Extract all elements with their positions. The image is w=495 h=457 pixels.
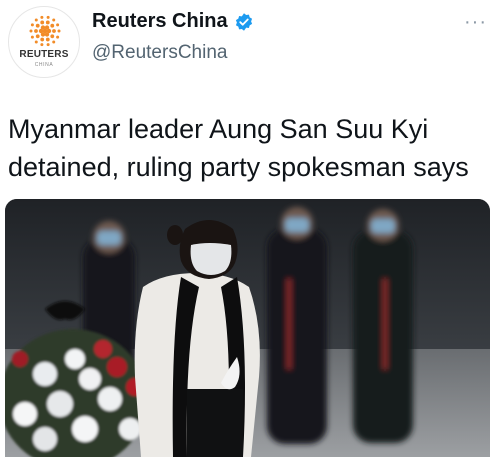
- logo-dot: [35, 34, 40, 39]
- logo-dot: [56, 35, 60, 39]
- logo-dot: [52, 40, 56, 44]
- logo-dot: [45, 37, 50, 42]
- tweet-photo[interactable]: [5, 199, 490, 457]
- verified-badge-icon: [235, 12, 252, 31]
- more-options-icon[interactable]: ···: [464, 12, 487, 32]
- avatar-subtitle: CHINA: [34, 62, 54, 68]
- logo-dot: [56, 23, 60, 27]
- author-name-row[interactable]: Reuters China: [92, 10, 254, 33]
- display-name[interactable]: Reuters China: [92, 10, 228, 33]
- logo-dot: [40, 20, 45, 25]
- logo-dot: [34, 18, 38, 22]
- logo-dot: [34, 29, 38, 33]
- logo-dot: [46, 43, 50, 47]
- avatar[interactable]: REUTERS CHINA: [8, 6, 80, 78]
- logo-dot: [42, 28, 48, 34]
- logo-dot: [52, 29, 56, 33]
- logo-dot: [35, 23, 40, 28]
- logo-dot: [50, 23, 55, 28]
- logo-dot: [40, 15, 44, 19]
- logo-dot: [34, 40, 38, 44]
- logo-dot: [52, 18, 56, 22]
- logo-dot: [57, 29, 61, 33]
- logo-dot: [30, 35, 34, 39]
- logo-dot: [46, 15, 50, 19]
- photo-image: [5, 199, 490, 457]
- tweet-text: Myanmar leader Aung San Suu Kyi detained…: [8, 114, 469, 182]
- avatar-wordmark: REUTERS: [19, 49, 69, 60]
- logo-dot: [45, 20, 50, 25]
- logo-dot: [30, 23, 34, 27]
- logo-dot: [40, 43, 44, 47]
- logo-dot: [40, 37, 45, 42]
- user-handle[interactable]: @ReutersChina: [92, 42, 227, 64]
- logo-dot: [50, 34, 55, 39]
- logo-dot: [29, 29, 33, 33]
